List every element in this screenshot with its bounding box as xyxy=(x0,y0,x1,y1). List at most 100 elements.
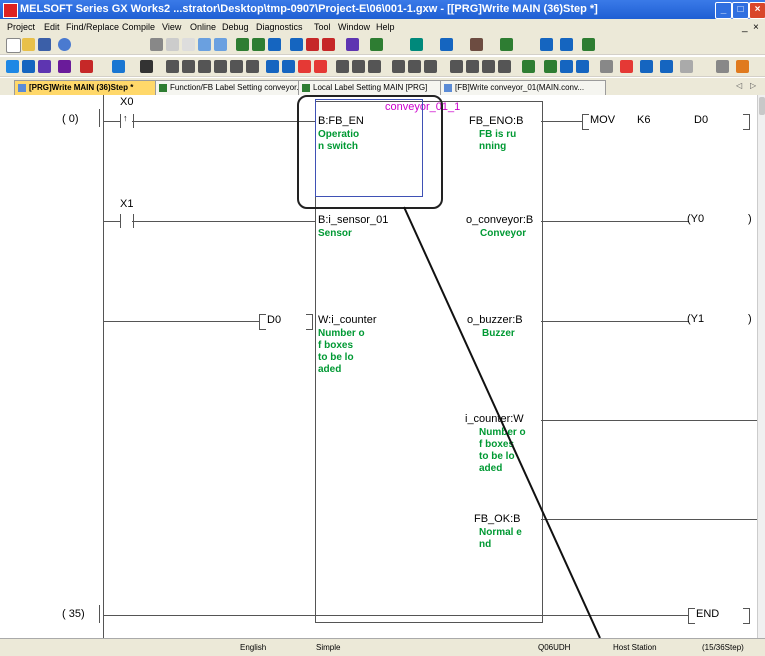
or-falling-icon[interactable] xyxy=(498,60,511,73)
open-icon[interactable] xyxy=(22,38,35,51)
compile-all-icon[interactable] xyxy=(252,38,265,51)
tab-prg-write-main[interactable]: [PRG]Write MAIN (36)Step * × xyxy=(14,80,168,95)
menu-project[interactable]: Project xyxy=(7,22,35,32)
title-bar: MELSOFT Series GX Works2 ...strator\Desk… xyxy=(0,0,765,19)
binoculars-icon[interactable] xyxy=(140,60,153,73)
callout-pointer xyxy=(403,206,601,638)
device-icon[interactable] xyxy=(346,38,359,51)
ladder-editor[interactable]: ( 0) X0 ↑ conveyor_01_1 B:FB_EN Operatio… xyxy=(0,95,757,638)
menu-diagnostics[interactable]: Diagnostics xyxy=(256,22,303,32)
device-comment-icon[interactable] xyxy=(660,60,673,73)
comment-icon[interactable] xyxy=(544,60,557,73)
label-icon[interactable] xyxy=(500,38,513,51)
monitor-icon[interactable] xyxy=(306,38,319,51)
monitor-watch-icon[interactable] xyxy=(80,60,93,73)
statement-icon[interactable] xyxy=(560,60,573,73)
menu-edit[interactable]: Edit xyxy=(44,22,60,32)
delete-vline-icon[interactable] xyxy=(314,60,327,73)
tab-label: [PRG]Write MAIN (36)Step * xyxy=(29,83,134,92)
or-rising-icon[interactable] xyxy=(482,60,495,73)
scroll-thumb[interactable] xyxy=(759,97,765,115)
label-edit-icon[interactable] xyxy=(640,60,653,73)
write-plc-icon[interactable] xyxy=(268,38,281,51)
cut-icon[interactable] xyxy=(150,38,163,51)
coil-icon[interactable] xyxy=(230,60,243,73)
operation-result-icon[interactable] xyxy=(392,60,405,73)
ladder-icon xyxy=(444,84,452,92)
vline-icon[interactable] xyxy=(282,60,295,73)
tab-scroll-left-icon[interactable]: ◁ xyxy=(736,81,742,90)
minimize-button[interactable]: _ xyxy=(715,2,732,19)
toolbar-ladder xyxy=(0,57,765,77)
maximize-button[interactable]: □ xyxy=(732,2,749,19)
open-contact-icon[interactable] xyxy=(166,60,179,73)
diag-icon[interactable] xyxy=(470,38,483,51)
zoom-icon[interactable] xyxy=(600,60,613,73)
option-icon[interactable] xyxy=(582,38,595,51)
write-mode-icon[interactable] xyxy=(736,60,749,73)
mdi-minimize-icon[interactable]: _ xyxy=(742,22,748,33)
close-contact-icon[interactable] xyxy=(182,60,195,73)
tab-fb-write-conveyor[interactable]: [FB]Write conveyor_01(MAIN.conv... xyxy=(440,80,606,95)
parallel-close-icon[interactable] xyxy=(214,60,227,73)
read-plc-icon[interactable] xyxy=(290,38,303,51)
mdi-close-icon[interactable]: × xyxy=(753,22,759,33)
delete-hline-icon[interactable] xyxy=(298,60,311,73)
status-language: English xyxy=(240,643,267,652)
read-mode-icon[interactable] xyxy=(716,60,729,73)
menu-view[interactable]: View xyxy=(162,22,181,32)
watch-icon[interactable] xyxy=(370,38,383,51)
ladder-edit-icon[interactable] xyxy=(620,60,633,73)
copy-icon[interactable] xyxy=(166,38,179,51)
pulse-close-icon[interactable] xyxy=(368,60,381,73)
tab-bar: [PRG]Write MAIN (36)Step * × Function/FB… xyxy=(0,78,765,96)
tab-scroll-right-icon[interactable]: ▷ xyxy=(750,81,756,90)
fb-icon[interactable] xyxy=(522,60,535,73)
tab-fb-label-setting[interactable]: Function/FB Label Setting conveyor... xyxy=(155,80,311,95)
menu-online[interactable]: Online xyxy=(190,22,216,32)
undo-icon[interactable] xyxy=(198,38,211,51)
menu-find-replace[interactable]: Find/Replace xyxy=(66,22,119,32)
rising-pulse-icon[interactable] xyxy=(336,60,349,73)
help-icon[interactable] xyxy=(58,38,71,51)
device-list-icon[interactable] xyxy=(58,60,71,73)
ladder-icon xyxy=(18,84,26,92)
paste-icon[interactable] xyxy=(182,38,195,51)
find-icon[interactable] xyxy=(540,38,553,51)
menu-tool[interactable]: Tool xyxy=(314,22,331,32)
falling-pulse-icon[interactable] xyxy=(352,60,365,73)
conversion-icon[interactable] xyxy=(424,60,437,73)
parallel-open-icon[interactable] xyxy=(198,60,211,73)
menu-debug[interactable]: Debug xyxy=(222,22,249,32)
instruction-icon[interactable] xyxy=(246,60,259,73)
output-icon[interactable] xyxy=(38,60,51,73)
replace-icon[interactable] xyxy=(560,38,573,51)
simulation-icon[interactable] xyxy=(410,38,423,51)
invert-icon[interactable] xyxy=(408,60,421,73)
status-cpu: Q06UDH xyxy=(538,643,571,652)
and-rising-icon[interactable] xyxy=(450,60,463,73)
menu-compile[interactable]: Compile xyxy=(122,22,155,32)
display-icon[interactable] xyxy=(680,60,693,73)
navigation-icon[interactable] xyxy=(22,60,35,73)
close-button[interactable]: × xyxy=(749,2,765,19)
redo-icon[interactable] xyxy=(214,38,227,51)
compile-icon[interactable] xyxy=(236,38,249,51)
new-icon[interactable] xyxy=(6,38,21,53)
note-icon[interactable] xyxy=(576,60,589,73)
status-bar: English Simple Q06UDH Host Station (15/3… xyxy=(0,638,765,656)
save-icon[interactable] xyxy=(38,38,51,51)
menu-window[interactable]: Window xyxy=(338,22,370,32)
status-mode: Simple xyxy=(316,643,341,652)
menu-help[interactable]: Help xyxy=(376,22,395,32)
hline-icon[interactable] xyxy=(266,60,279,73)
and-falling-icon[interactable] xyxy=(466,60,479,73)
tab-local-label-setting[interactable]: Local Label Setting MAIN [PRG] xyxy=(298,80,452,95)
trace-icon[interactable] xyxy=(440,38,453,51)
monitor-stop-icon[interactable] xyxy=(322,38,335,51)
vertical-scrollbar[interactable] xyxy=(757,95,765,638)
search-icon[interactable] xyxy=(112,60,125,73)
app-icon xyxy=(3,3,18,18)
project-view-icon[interactable] xyxy=(6,60,19,73)
window-title: MELSOFT Series GX Works2 ...strator\Desk… xyxy=(20,3,598,15)
